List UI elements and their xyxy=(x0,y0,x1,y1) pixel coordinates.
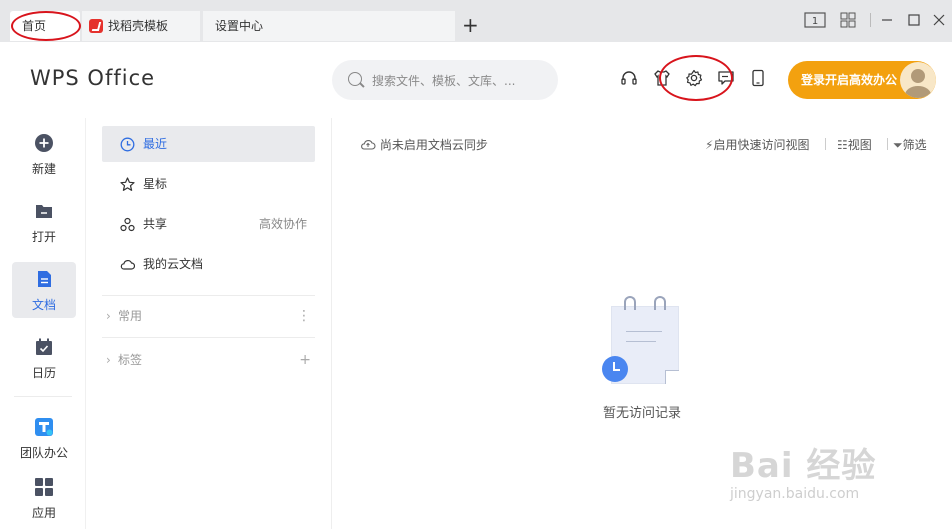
search-input[interactable]: 搜索文件、模板、文库、... xyxy=(332,60,558,100)
subnav-recent-label: 最近 xyxy=(143,137,168,151)
group-tags[interactable]: › 标签 + xyxy=(106,350,315,370)
view-button[interactable]: ☷视图 xyxy=(837,136,872,153)
tab-settings-label: 设置中心 xyxy=(215,19,264,33)
team-office-icon xyxy=(35,418,53,436)
search-placeholder: 搜索文件、模板、文库、... xyxy=(372,74,516,88)
cloud-icon xyxy=(120,257,135,272)
nav-team-office[interactable]: 团队办公 xyxy=(12,410,76,466)
avatar[interactable] xyxy=(900,62,936,98)
group-frequent-label: 常用 xyxy=(118,309,143,323)
quick-access-label: 启用快速访问视图 xyxy=(713,138,810,152)
tab-docer-label: 找稻壳模板 xyxy=(108,19,169,33)
window-controls-divider xyxy=(870,13,871,27)
app-grid-icon[interactable] xyxy=(838,10,858,30)
window-layout-icon[interactable]: 1 xyxy=(803,10,827,30)
document-icon xyxy=(35,270,53,288)
list-view-icon: ☷ xyxy=(837,138,848,152)
toolbar-divider xyxy=(825,138,826,150)
tab-home[interactable]: 首页 xyxy=(10,11,80,41)
folder-icon xyxy=(35,202,53,220)
clock-icon xyxy=(120,137,135,152)
empty-state-text: 暂无访问记录 xyxy=(602,406,681,421)
wps-window: 首页 找稻壳模板 设置中心 + 1 WPS Office 搜索文件、模板、文库、… xyxy=(0,0,952,529)
headset-icon[interactable] xyxy=(619,68,639,88)
quick-access-view-button[interactable]: ⚡︎启用快速访问视图 xyxy=(705,136,809,153)
add-tab-icon[interactable]: + xyxy=(462,14,479,36)
star-icon xyxy=(120,177,135,192)
nav-team-office-label: 团队办公 xyxy=(19,446,68,460)
calendar-icon xyxy=(35,338,53,356)
nav-open-label: 打开 xyxy=(31,230,56,244)
collaboration-link[interactable]: 高效协作 xyxy=(259,206,307,242)
group-frequent[interactable]: › 常用 ⋮ xyxy=(106,306,315,326)
docer-logo-icon xyxy=(89,19,103,33)
notepad-ring xyxy=(654,296,666,310)
minimize-icon[interactable] xyxy=(877,10,897,30)
subnav-starred-label: 星标 xyxy=(143,177,168,191)
mobile-phone-icon[interactable] xyxy=(748,68,768,88)
subnav-divider xyxy=(102,295,315,296)
window-layout-number: 1 xyxy=(812,16,818,27)
nav-apps-label: 应用 xyxy=(31,506,56,520)
nav-divider xyxy=(14,396,72,397)
nav-documents-label: 文档 xyxy=(31,298,56,312)
header: WPS Office 搜索文件、模板、文库、... 登录开启高效办公 xyxy=(0,42,952,118)
tab-bar: 首页 找稻壳模板 设置中心 + 1 xyxy=(0,0,952,42)
filter-button[interactable]: ⏷筛选 xyxy=(893,136,927,153)
group-tags-label: 标签 xyxy=(118,353,143,367)
left-navigation: 新建 打开 文档 日历 团队办公 应用 xyxy=(0,118,86,529)
notepad-ring xyxy=(624,296,636,310)
subnav-cloud-docs-label: 我的云文档 xyxy=(143,257,204,271)
subnav-divider xyxy=(102,337,315,338)
message-icon[interactable] xyxy=(716,68,736,88)
skin-shirt-icon[interactable] xyxy=(652,68,672,88)
empty-state-illustration xyxy=(602,294,682,386)
cloud-sync-icon xyxy=(360,138,376,152)
filter-label: 筛选 xyxy=(902,138,927,152)
nav-calendar-label: 日历 xyxy=(31,366,56,380)
tab-docer-templates[interactable]: 找稻壳模板 xyxy=(82,11,200,41)
subnav-cloud-docs[interactable]: 我的云文档 xyxy=(102,246,315,282)
cloud-sync-label: 尚未启用文档云同步 xyxy=(379,138,488,152)
main-content: 尚未启用文档云同步 ⚡︎启用快速访问视图 ☷视图 ⏷筛选 暂无访问记录 xyxy=(332,118,952,529)
nav-documents[interactable]: 文档 xyxy=(12,262,76,318)
documents-subnav: 最近 星标 共享 高效协作 我的云文档 › 常用 ⋮ › 标签 + xyxy=(86,118,332,529)
nav-open[interactable]: 打开 xyxy=(12,194,76,250)
nav-calendar[interactable]: 日历 xyxy=(12,330,76,386)
subnav-recent[interactable]: 最近 xyxy=(102,126,315,162)
apps-grid-icon xyxy=(35,478,53,496)
search-icon xyxy=(348,72,362,86)
share-nodes-icon xyxy=(120,217,135,232)
subnav-starred[interactable]: 星标 xyxy=(102,166,315,202)
tab-home-label: 首页 xyxy=(22,19,47,33)
subnav-shared-label: 共享 xyxy=(143,217,168,231)
plus-circle-icon xyxy=(35,134,53,152)
more-options-icon[interactable]: ⋮ xyxy=(297,306,311,326)
nav-new[interactable]: 新建 xyxy=(12,126,76,182)
wps-office-logo: WPS Office xyxy=(30,66,156,90)
gear-icon[interactable] xyxy=(684,68,704,88)
nav-new-label: 新建 xyxy=(31,162,56,176)
filter-funnel-icon: ⏷ xyxy=(893,138,903,152)
nav-apps[interactable]: 应用 xyxy=(12,470,76,526)
cloud-sync-status[interactable]: 尚未启用文档云同步 xyxy=(360,136,488,153)
clock-badge-icon xyxy=(602,356,628,382)
subnav-shared[interactable]: 共享 高效协作 xyxy=(102,206,315,242)
chevron-right-icon: › xyxy=(106,353,111,367)
view-label: 视图 xyxy=(847,138,872,152)
tab-settings-center[interactable]: 设置中心 xyxy=(203,11,455,41)
chevron-right-icon: › xyxy=(106,309,111,323)
add-tag-icon[interactable]: + xyxy=(299,350,311,370)
toolbar-divider xyxy=(887,138,888,150)
close-icon[interactable] xyxy=(929,10,949,30)
login-button-label: 登录开启高效办公 xyxy=(801,73,898,87)
maximize-icon[interactable] xyxy=(904,10,924,30)
